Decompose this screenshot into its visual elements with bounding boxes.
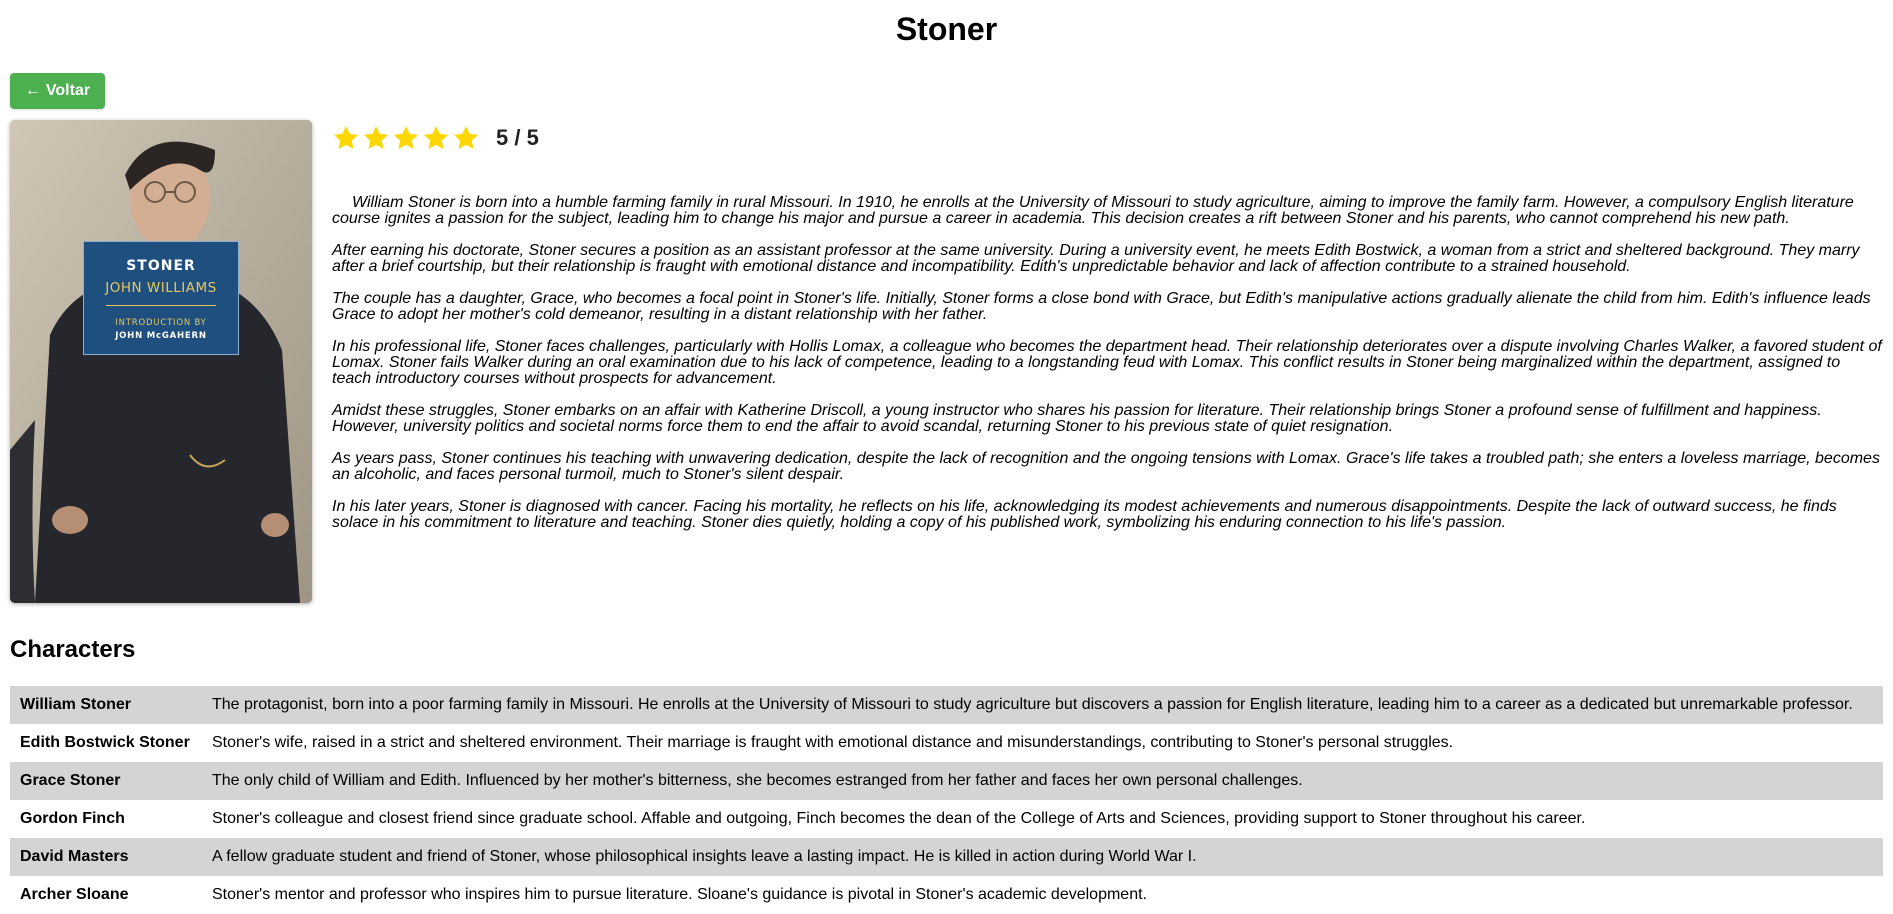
rating-text: 5 / 5 [496, 125, 539, 150]
character-name: Archer Sloane [20, 886, 129, 903]
table-row: Edith Bostwick Stoner Stoner's wife, rai… [10, 724, 1883, 762]
rating: 5 / 5 [332, 124, 539, 152]
synopsis-paragraph: The couple has a daughter, Grace, who be… [332, 290, 1871, 323]
cover-author: JOHN WILLIAMS [105, 280, 217, 296]
synopsis-paragraph: In his professional life, Stoner faces c… [332, 338, 1882, 387]
character-description: Stoner's wife, raised in a strict and sh… [212, 734, 1454, 751]
synopsis-paragraph: Amidst these struggles, Stoner embarks o… [332, 402, 1822, 435]
character-description: A fellow graduate student and friend of … [212, 848, 1197, 865]
character-name: David Masters [20, 848, 129, 865]
table-row: Archer Sloane Stoner's mentor and profes… [10, 876, 1883, 914]
star-icon [393, 126, 419, 149]
characters-table: William Stoner The protagonist, born int… [10, 686, 1883, 914]
synopsis-paragraph: After earning his doctorate, Stoner secu… [332, 242, 1860, 275]
character-name: William Stoner [20, 696, 131, 713]
character-description: Stoner's mentor and professor who inspir… [212, 886, 1147, 903]
synopsis: William Stoner is born into a humble far… [332, 195, 1883, 547]
left-arrow-icon: ← [24, 82, 41, 99]
star-icon [423, 126, 449, 149]
character-name: Grace Stoner [20, 772, 121, 789]
cover-intro-name: JOHN McGAHERN [115, 331, 207, 341]
cover-divider [106, 305, 216, 306]
character-name: Edith Bostwick Stoner [20, 734, 190, 751]
character-description: The protagonist, born into a poor farmin… [212, 696, 1853, 713]
cover-portrait-illustration [10, 120, 312, 603]
character-description: Stoner's colleague and closest friend si… [212, 810, 1586, 827]
synopsis-paragraph: William Stoner is born into a humble far… [332, 194, 1854, 227]
character-name: Gordon Finch [20, 810, 125, 827]
star-icon [333, 126, 359, 149]
table-row: Grace Stoner The only child of William a… [10, 762, 1883, 800]
back-button-label: Voltar [45, 82, 91, 99]
cover-title-label: STONER JOHN WILLIAMS INTRODUCTION BY JOH… [83, 241, 239, 355]
table-row: Gordon Finch Stoner's colleague and clos… [10, 800, 1883, 838]
star-icon [363, 126, 389, 149]
cover-title: STONER [126, 258, 196, 274]
book-cover-image: STONER JOHN WILLIAMS INTRODUCTION BY JOH… [10, 120, 312, 603]
character-description: The only child of William and Edith. Inf… [212, 772, 1303, 789]
characters-heading: Characters [10, 636, 136, 663]
table-row: William Stoner The protagonist, born int… [10, 686, 1883, 724]
cover-intro-by: INTRODUCTION BY [115, 318, 207, 328]
table-row: David Masters A fellow graduate student … [10, 838, 1883, 876]
rating-stars [332, 124, 480, 152]
synopsis-paragraph: As years pass, Stoner continues his teac… [332, 450, 1880, 483]
page-title: Stoner [895, 11, 998, 47]
back-button[interactable]: ← Voltar [10, 73, 105, 109]
synopsis-paragraph: In his later years, Stoner is diagnosed … [332, 498, 1837, 531]
star-icon [453, 126, 479, 149]
